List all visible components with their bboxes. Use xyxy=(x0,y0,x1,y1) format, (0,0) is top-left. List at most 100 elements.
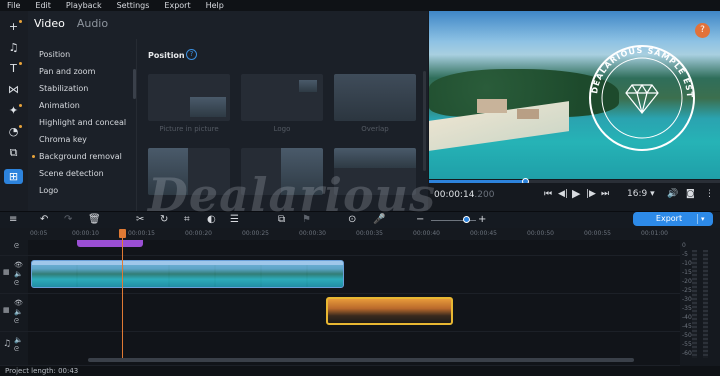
menu-export[interactable]: Export xyxy=(164,1,190,10)
meter-label: -10 xyxy=(682,260,692,267)
delete-icon[interactable]: 🗑 xyxy=(88,214,101,225)
zoom-in-icon[interactable]: + xyxy=(478,214,486,225)
track-icon: ▦ xyxy=(3,268,10,276)
link-icon[interactable]: ᘓ xyxy=(14,279,19,288)
more-options-icon[interactable]: ⋮ xyxy=(705,189,714,199)
meter-bar-right xyxy=(703,250,708,358)
mute-icon[interactable]: 🔈 xyxy=(14,308,23,316)
meter-label: -45 xyxy=(682,323,692,330)
volume-icon[interactable]: 🔊 xyxy=(667,189,678,199)
video-clip[interactable] xyxy=(31,260,344,288)
step-back-icon[interactable]: ◀| xyxy=(558,189,568,199)
menu-file[interactable]: File xyxy=(7,1,20,10)
menu-bar: File Edit Playback Settings Export Help xyxy=(0,0,720,11)
help-icon[interactable]: ? xyxy=(186,49,197,60)
visibility-icon[interactable]: 👁 xyxy=(14,261,23,269)
list-item-chroma-key[interactable]: Chroma key xyxy=(39,135,139,152)
watermark-logo: DEALARIOUS SAMPLE ESTS xyxy=(429,11,695,151)
tab-video[interactable]: Video xyxy=(34,17,65,30)
visibility-icon[interactable]: 👁 xyxy=(14,299,23,307)
list-item-animation[interactable]: Animation xyxy=(39,101,139,118)
tool-sidebar: + ♫ T ⋈ ✦ ◔ ⧉ ⊞ xyxy=(0,11,28,211)
link-icon[interactable]: ᘓ xyxy=(14,317,19,326)
track-icon: ▦ xyxy=(3,306,10,314)
ruler-tick: 00:00:25 xyxy=(242,230,269,237)
meter-label: -15 xyxy=(682,269,692,276)
overlay-clip-selected[interactable] xyxy=(326,297,453,325)
meter-label: -50 xyxy=(682,332,692,339)
step-forward-icon[interactable]: |▶ xyxy=(586,189,596,199)
ruler-tick: 00:00:55 xyxy=(584,230,611,237)
menu-help[interactable]: Help xyxy=(206,1,224,10)
filters-icon[interactable]: ◔ xyxy=(4,124,23,139)
help-button[interactable]: ? xyxy=(695,23,710,38)
link-icon[interactable]: ᘓ xyxy=(14,345,19,354)
preset-overlap[interactable] xyxy=(334,74,416,121)
list-item-scene-detection[interactable]: Scene detection xyxy=(39,169,139,186)
playhead[interactable] xyxy=(122,230,123,360)
divider xyxy=(136,39,137,211)
list-item-background-removal[interactable]: Background removal xyxy=(32,152,139,169)
meter-label: -25 xyxy=(682,287,692,294)
meter-label: -20 xyxy=(682,278,692,285)
meter-label: -60 xyxy=(682,350,692,357)
menu-playback[interactable]: Playback xyxy=(66,1,102,10)
music-icon[interactable]: ♫ xyxy=(4,40,23,55)
mute-icon[interactable]: 🔈 xyxy=(14,270,23,278)
preset-logo[interactable] xyxy=(241,74,323,121)
tab-audio[interactable]: Audio xyxy=(77,17,108,30)
snapshot-icon[interactable]: ◙ xyxy=(686,189,695,199)
panel-scrollbar[interactable] xyxy=(423,71,426,171)
meter-bar-left xyxy=(692,250,697,358)
title-clip[interactable] xyxy=(77,240,143,247)
aspect-ratio-select[interactable]: 16:9 ▾ xyxy=(627,189,655,199)
titles-icon[interactable]: T xyxy=(4,61,23,76)
playhead-handle[interactable] xyxy=(119,229,126,238)
link-icon[interactable]: ᘓ xyxy=(14,242,19,251)
ruler-tick: 00:01:00 xyxy=(641,230,668,237)
menu-settings[interactable]: Settings xyxy=(117,1,150,10)
play-icon[interactable]: ▶ xyxy=(572,187,580,200)
stickers-icon[interactable]: ⧉ xyxy=(4,145,23,160)
effects-icon[interactable]: ✦ xyxy=(4,103,23,118)
list-item-logo[interactable]: Logo xyxy=(39,186,139,203)
skip-forward-icon[interactable]: ⏭ xyxy=(601,189,609,199)
list-item-pan-zoom[interactable]: Pan and zoom xyxy=(39,67,139,84)
ruler-tick: 00:00:45 xyxy=(470,230,497,237)
add-media-icon[interactable]: + xyxy=(4,19,23,34)
skip-back-icon[interactable]: ⏮ xyxy=(544,189,552,199)
more-tools-icon[interactable]: ⊞ xyxy=(4,169,23,184)
zoom-handle[interactable] xyxy=(463,216,471,223)
cut-icon[interactable]: ✂ xyxy=(136,214,144,225)
ruler-tick: 00:00:15 xyxy=(128,230,155,237)
svg-text:DEALARIOUS SAMPLE ESTS: DEALARIOUS SAMPLE ESTS xyxy=(429,11,694,99)
meter-label: -30 xyxy=(682,296,692,303)
undo-icon[interactable]: ↶ xyxy=(40,214,48,225)
preset-label: Overlap xyxy=(361,125,389,133)
mute-icon[interactable]: 🔈 xyxy=(14,336,23,344)
tools-list: Position Pan and zoom Stabilization Anim… xyxy=(32,50,139,203)
video-preview[interactable]: DEALARIOUS SAMPLE ESTS ? xyxy=(429,11,720,179)
ruler-tick: 00:00:20 xyxy=(185,230,212,237)
status-bar: Project length: 00:43 xyxy=(0,366,720,376)
ruler-tick: 00:00:30 xyxy=(299,230,326,237)
meter-label: -55 xyxy=(682,341,692,348)
export-dropdown-icon[interactable]: ▾ xyxy=(701,212,705,226)
menu-edit[interactable]: Edit xyxy=(35,1,51,10)
add-track-icon[interactable]: ≡ xyxy=(9,214,17,225)
redo-icon[interactable]: ↷ xyxy=(64,214,72,225)
section-title: Position xyxy=(148,51,185,60)
preset-label: Logo xyxy=(273,125,291,133)
list-item-stabilization[interactable]: Stabilization xyxy=(39,84,139,101)
timeline-scrollbar[interactable] xyxy=(88,358,634,362)
player-controls: 00:00:14.200 ⏮ ◀| ▶ |▶ ⏭ 16:9 ▾ 🔊 ◙ ⋮ xyxy=(429,183,720,209)
audio-meter: 0 -5 -10 -15 -20 -25 -30 -35 -40 -45 -50… xyxy=(680,240,720,366)
list-item-highlight-conceal[interactable]: Highlight and conceal xyxy=(39,118,139,135)
export-button[interactable]: Export ▾ xyxy=(633,212,713,226)
transitions-icon[interactable]: ⋈ xyxy=(4,82,23,97)
timecode: 00:00:14.200 xyxy=(434,190,495,200)
list-item-position[interactable]: Position xyxy=(39,50,139,67)
ruler-tick: 00:00:35 xyxy=(356,230,383,237)
meter-label: -40 xyxy=(682,314,692,321)
preset-picture-in-picture[interactable] xyxy=(148,74,230,121)
